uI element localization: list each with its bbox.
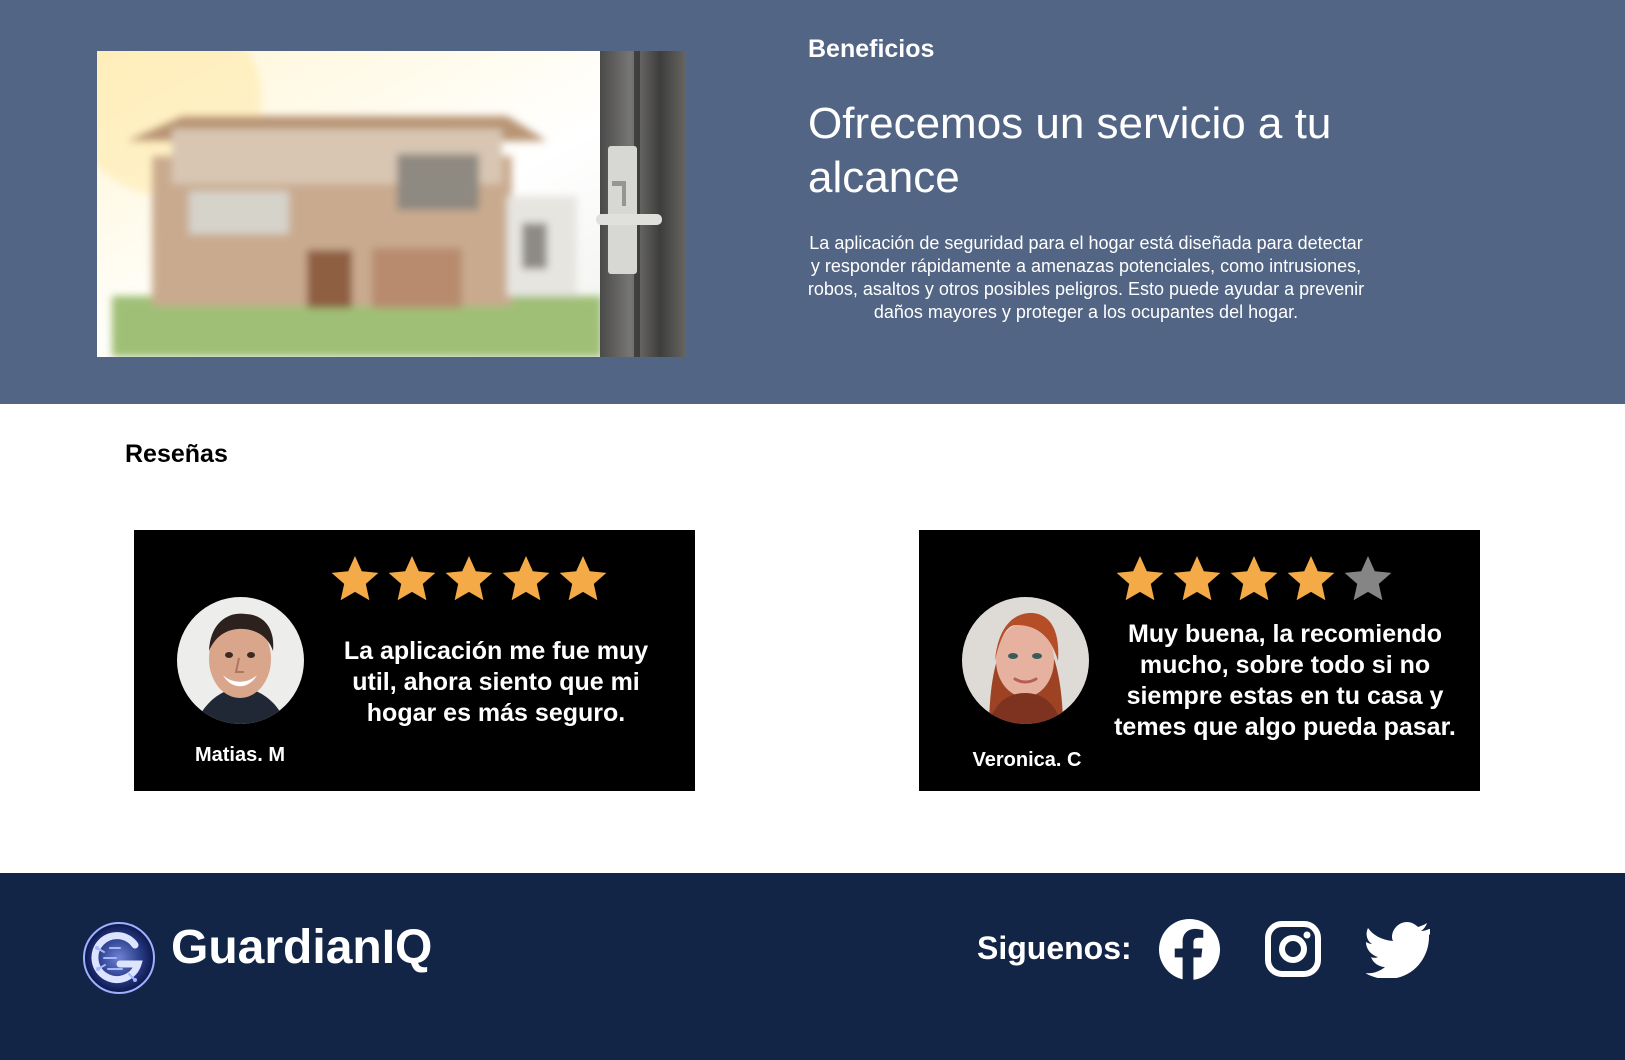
- facebook-icon[interactable]: [1158, 918, 1221, 981]
- house-door-image: [97, 51, 686, 357]
- review-text: Muy buena, la recomiendo mucho, sobre to…: [1114, 620, 1456, 741]
- guardianiq-logo-icon: [83, 922, 155, 994]
- reviewer-avatar-matias: [177, 597, 304, 724]
- star-filled-icon: [1173, 556, 1221, 601]
- review-text: La aplicación me fue muy util, ahora sie…: [343, 637, 649, 727]
- benefits-description: La aplicación de seguridad para el hogar…: [807, 233, 1365, 322]
- star-filled-icon: [388, 556, 436, 601]
- star-filled-icon: [1116, 556, 1164, 601]
- benefits-heading: Ofrecemos un servicio a tu alcance: [808, 99, 1332, 202]
- benefits-label: Beneficios: [808, 35, 935, 63]
- star-filled-icon: [1230, 556, 1278, 601]
- benefits-section: Beneficios Ofrecemos un servicio a tu al…: [0, 0, 1625, 404]
- follow-label: Siguenos:: [977, 930, 1132, 966]
- rating-stars: [330, 554, 608, 604]
- rating-stars: [1115, 554, 1393, 604]
- star-empty-icon: [1344, 556, 1392, 601]
- reviewer-name: Matias. M: [194, 744, 286, 766]
- review-card-veronica: Veronica. C Muy buena, la recomiendo muc…: [919, 530, 1480, 791]
- brand-name: GuardianIQ: [171, 921, 433, 974]
- star-filled-icon: [559, 556, 607, 601]
- site-footer: GuardianIQ Siguenos:: [0, 873, 1625, 1060]
- reviews-heading: Reseñas: [125, 440, 228, 468]
- star-filled-icon: [1287, 556, 1335, 601]
- twitter-icon[interactable]: [1366, 922, 1430, 978]
- star-filled-icon: [445, 556, 493, 601]
- reviewer-avatar-veronica: [962, 597, 1089, 724]
- review-card-matias: Matias. M La aplicación me fue muy util,…: [134, 530, 695, 791]
- reviewer-name: Veronica. C: [972, 749, 1082, 771]
- star-filled-icon: [502, 556, 550, 601]
- star-filled-icon: [331, 556, 379, 601]
- instagram-icon[interactable]: [1264, 920, 1322, 978]
